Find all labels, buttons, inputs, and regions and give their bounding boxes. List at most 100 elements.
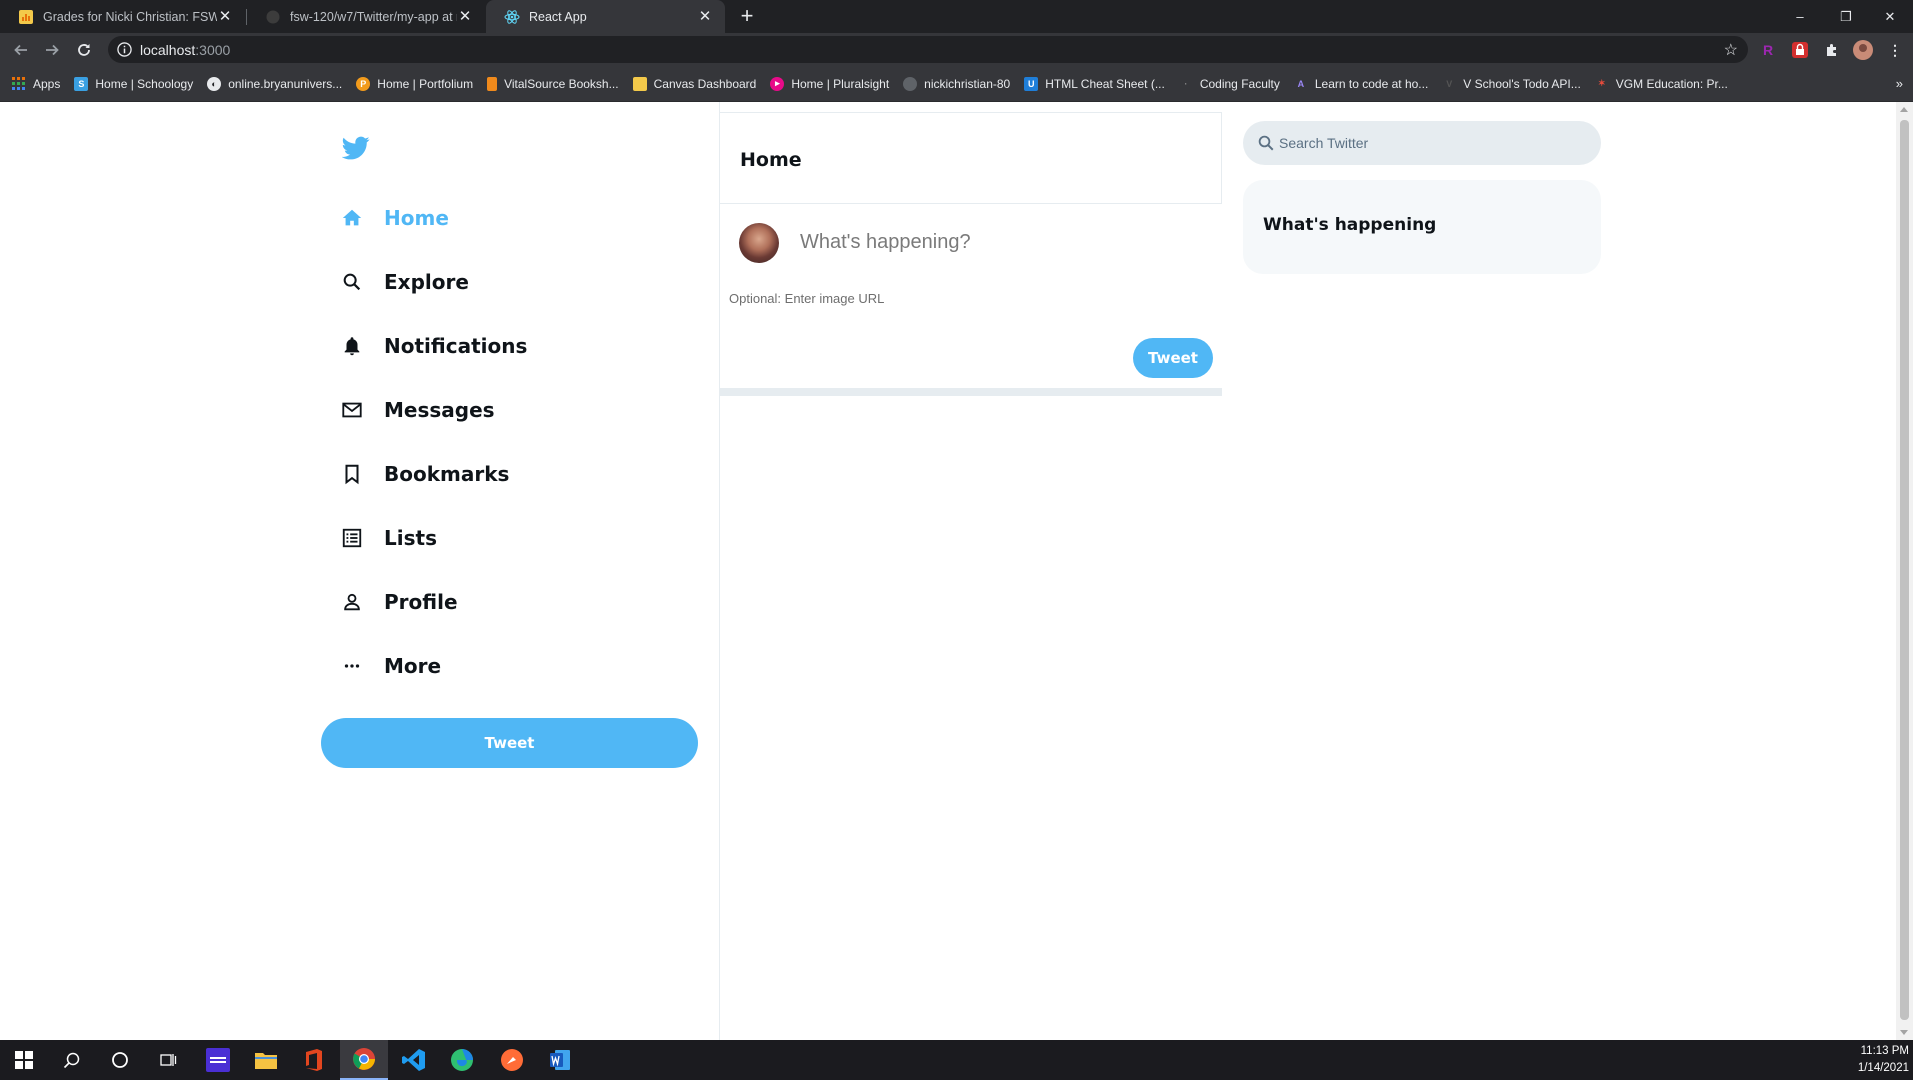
sidebar-tweet-button[interactable]: Tweet [321,718,698,768]
nav-item-bookmarks[interactable]: Bookmarks [340,454,509,494]
bookmark-star-icon[interactable]: ☆ [1724,40,1738,60]
list-icon [340,526,364,550]
tab-react-app[interactable]: React App ✕ [486,0,725,33]
reload-button[interactable] [71,37,97,63]
puzzle-extensions-icon[interactable] [1822,40,1842,60]
back-button[interactable] [8,37,34,63]
nav-label: Notifications [384,334,528,358]
scroll-down-arrow-icon[interactable] [1900,1030,1908,1035]
close-tab-icon[interactable]: ✕ [457,8,473,25]
bookmark-label: Apps [33,76,61,91]
bookmark-label: Canvas Dashboard [653,76,757,91]
image-url-input[interactable] [729,288,1149,308]
office-icon[interactable] [290,1040,338,1080]
tab-grades[interactable]: Grades for Nicki Christian: FSW-1 ✕ [0,0,245,33]
react-favicon-icon [504,9,520,25]
bookmark-portfolium[interactable]: P Home | Portfolium [356,76,474,91]
nav-label: Messages [384,398,495,422]
bookmark-label: Learn to code at ho... [1314,76,1429,91]
globe-icon: ◐ [207,76,222,91]
amazon-music-icon[interactable] [194,1040,242,1080]
profile-avatar-icon[interactable] [1853,40,1873,60]
bookmark-label: nickichristian-80 [924,76,1011,91]
menu-kebab-icon[interactable]: ⋮ [1885,40,1905,60]
nav-item-lists[interactable]: Lists [340,518,437,558]
task-view-icon[interactable] [144,1040,192,1080]
tab-title: React App [529,9,587,24]
search-box[interactable] [1243,121,1601,165]
vitalsource-icon [487,76,498,91]
r-extension-icon[interactable]: R [1758,40,1778,60]
twitter-logo-icon[interactable] [342,134,370,162]
url-host: localhost [140,42,196,58]
info-icon[interactable] [117,42,132,57]
nav-item-explore[interactable]: Explore [340,262,469,302]
scrollbar-thumb[interactable] [1900,120,1909,1020]
bookmarks-bar: Apps S Home | Schoology ◐ online.bryanuniv… [0,66,1913,102]
postman-icon[interactable] [488,1040,536,1080]
bookmark-codecademy[interactable]: A Learn to code at ho... [1294,76,1429,91]
minimize-button[interactable]: – [1777,0,1823,33]
tab-title: fsw-120/w7/Twitter/my-app at m [290,9,457,24]
mail-icon [340,398,364,422]
bookmark-vitalsource[interactable]: VitalSource Booksh... [487,76,619,91]
search-icon [340,270,364,294]
word-icon[interactable] [536,1040,584,1080]
page-scrollbar[interactable] [1896,102,1913,1040]
nav-item-profile[interactable]: Profile [340,582,458,622]
restore-button[interactable]: ❐ [1823,0,1869,33]
address-bar[interactable]: localhost:3000 ☆ [108,36,1748,63]
bookmark-coding-faculty[interactable]: · Coding Faculty [1179,77,1280,91]
scroll-up-arrow-icon[interactable] [1900,107,1908,112]
vscode-icon[interactable] [390,1040,438,1080]
arrow-left-icon [14,44,27,56]
bookmark-label: Home | Portfolium [377,76,474,91]
search-icon [1258,135,1274,151]
bookmark-label: VitalSource Booksh... [504,76,619,91]
github-favicon-icon [265,9,281,25]
apps-grid-icon [12,76,26,91]
bookmark-canvas[interactable]: Canvas Dashboard [632,76,757,91]
bookmark-pluralsight[interactable]: ▸ Home | Pluralsight [770,76,889,91]
nav-item-notifications[interactable]: Notifications [340,326,527,366]
nav-item-messages[interactable]: Messages [340,390,495,430]
page-title: Home [740,149,802,171]
windows-start-icon[interactable] [0,1040,48,1080]
bookmark-bryan[interactable]: ◐ online.bryanunivers... [207,76,342,91]
home-icon [340,206,364,230]
clock-date: 1/14/2021 [1857,1062,1909,1074]
pluralsight-icon: ▸ [770,76,785,91]
whats-happening-widget: What's happening [1243,180,1601,274]
search-icon[interactable] [48,1040,96,1080]
bookmark-github[interactable]: nickichristian-80 [903,76,1011,91]
close-window-button[interactable]: ✕ [1867,0,1913,33]
arrow-right-icon [46,44,59,56]
person-icon [340,590,364,614]
forward-button[interactable] [39,37,65,63]
compose-tweet-input[interactable] [800,222,1210,262]
htmlcheat-icon: U [1024,76,1039,91]
nav-item-home[interactable]: Home [340,198,449,238]
chrome-icon[interactable] [340,1040,388,1080]
portfolium-icon: P [356,76,371,91]
bookmark-vgm[interactable]: ✶ VGM Education: Pr... [1595,77,1728,91]
bookmark-vschool[interactable]: V V School's Todo API... [1442,76,1581,91]
search-input[interactable] [1279,133,1579,153]
edge-icon[interactable] [438,1040,486,1080]
bookmark-label: V School's Todo API... [1463,76,1581,91]
bookmark-apps[interactable]: Apps [12,76,61,91]
close-tab-icon[interactable]: ✕ [217,8,233,25]
nav-item-more[interactable]: More [340,646,441,686]
close-tab-icon[interactable]: ✕ [697,8,713,25]
bookmark-schoology[interactable]: S Home | Schoology [74,76,193,91]
cortana-icon[interactable] [96,1040,144,1080]
taskbar-clock[interactable]: 11:13 PM 1/14/2021 [1853,1043,1913,1077]
tab-github[interactable]: fsw-120/w7/Twitter/my-app at m ✕ [247,0,485,33]
compose-tweet-button[interactable]: Tweet [1133,338,1213,378]
bookmark-html-cheat[interactable]: U HTML Cheat Sheet (... [1024,76,1165,91]
new-tab-button[interactable]: + [736,5,758,28]
canvas-icon [632,76,647,91]
bookmarks-overflow-icon[interactable]: » [1896,76,1903,91]
file-explorer-icon[interactable] [242,1040,290,1080]
lastpass-extension-icon[interactable] [1790,40,1810,60]
